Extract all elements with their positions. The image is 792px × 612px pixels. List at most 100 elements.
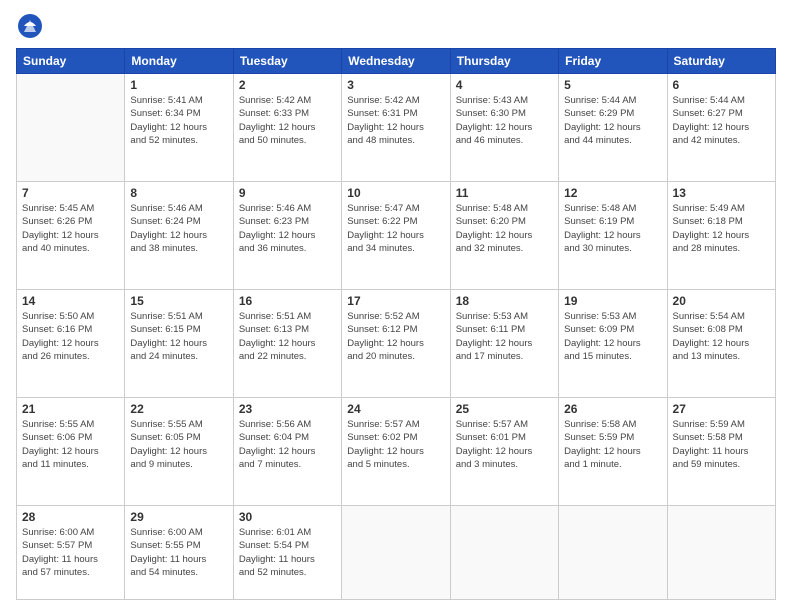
day-number: 1: [130, 78, 227, 92]
day-number: 25: [456, 402, 553, 416]
day-info: Sunrise: 5:53 AMSunset: 6:11 PMDaylight:…: [456, 310, 553, 363]
calendar-cell: 2 Sunrise: 5:42 AMSunset: 6:33 PMDaylight…: [233, 74, 341, 182]
day-number: 4: [456, 78, 553, 92]
day-number: 27: [673, 402, 770, 416]
calendar-cell: 3 Sunrise: 5:42 AMSunset: 6:31 PMDaylight…: [342, 74, 450, 182]
day-number: 13: [673, 186, 770, 200]
day-info: Sunrise: 5:51 AMSunset: 6:13 PMDaylight:…: [239, 310, 336, 363]
day-info: Sunrise: 5:57 AMSunset: 6:01 PMDaylight:…: [456, 418, 553, 471]
day-number: 14: [22, 294, 119, 308]
day-info: Sunrise: 5:55 AMSunset: 6:05 PMDaylight:…: [130, 418, 227, 471]
day-info: Sunrise: 5:45 AMSunset: 6:26 PMDaylight:…: [22, 202, 119, 255]
page: Sunday Monday Tuesday Wednesday Thursday…: [0, 0, 792, 612]
day-number: 8: [130, 186, 227, 200]
calendar-cell: 29 Sunrise: 6:00 AMSunset: 5:55 PMDayligh…: [125, 506, 233, 600]
calendar-cell: 23 Sunrise: 5:56 AMSunset: 6:04 PMDayligh…: [233, 398, 341, 506]
day-info: Sunrise: 5:47 AMSunset: 6:22 PMDaylight:…: [347, 202, 444, 255]
day-info: Sunrise: 5:42 AMSunset: 6:33 PMDaylight:…: [239, 94, 336, 147]
day-info: Sunrise: 5:49 AMSunset: 6:18 PMDaylight:…: [673, 202, 770, 255]
calendar-cell: 26 Sunrise: 5:58 AMSunset: 5:59 PMDayligh…: [559, 398, 667, 506]
day-info: Sunrise: 5:55 AMSunset: 6:06 PMDaylight:…: [22, 418, 119, 471]
calendar-cell: 13 Sunrise: 5:49 AMSunset: 6:18 PMDayligh…: [667, 182, 775, 290]
logo-icon: [16, 12, 44, 40]
day-number: 23: [239, 402, 336, 416]
day-info: Sunrise: 5:54 AMSunset: 6:08 PMDaylight:…: [673, 310, 770, 363]
day-number: 9: [239, 186, 336, 200]
day-number: 24: [347, 402, 444, 416]
day-number: 7: [22, 186, 119, 200]
header-wednesday: Wednesday: [342, 49, 450, 74]
day-number: 5: [564, 78, 661, 92]
day-info: Sunrise: 5:46 AMSunset: 6:24 PMDaylight:…: [130, 202, 227, 255]
day-number: 22: [130, 402, 227, 416]
day-info: Sunrise: 5:58 AMSunset: 5:59 PMDaylight:…: [564, 418, 661, 471]
header-saturday: Saturday: [667, 49, 775, 74]
calendar-cell: 1 Sunrise: 5:41 AMSunset: 6:34 PMDaylight…: [125, 74, 233, 182]
day-number: 15: [130, 294, 227, 308]
calendar-cell: 6 Sunrise: 5:44 AMSunset: 6:27 PMDaylight…: [667, 74, 775, 182]
day-info: Sunrise: 6:00 AMSunset: 5:57 PMDaylight:…: [22, 526, 119, 579]
calendar-cell: 19Sunrise: 5:53 AMSunset: 6:09 PMDayligh…: [559, 290, 667, 398]
calendar-cell: [450, 506, 558, 600]
calendar-cell: 18 Sunrise: 5:53 AMSunset: 6:11 PMDayligh…: [450, 290, 558, 398]
calendar-cell: 7 Sunrise: 5:45 AMSunset: 6:26 PMDaylight…: [17, 182, 125, 290]
day-number: 16: [239, 294, 336, 308]
day-info: Sunrise: 5:41 AMSunset: 6:34 PMDaylight:…: [130, 94, 227, 147]
calendar-cell: 15 Sunrise: 5:51 AMSunset: 6:15 PMDayligh…: [125, 290, 233, 398]
day-number: 2: [239, 78, 336, 92]
calendar-cell: 20 Sunrise: 5:54 AMSunset: 6:08 PMDayligh…: [667, 290, 775, 398]
day-info: Sunrise: 5:51 AMSunset: 6:15 PMDaylight:…: [130, 310, 227, 363]
calendar-cell: [559, 506, 667, 600]
header-row: Sunday Monday Tuesday Wednesday Thursday…: [17, 49, 776, 74]
day-number: 20: [673, 294, 770, 308]
day-number: 10: [347, 186, 444, 200]
header-tuesday: Tuesday: [233, 49, 341, 74]
day-number: 28: [22, 510, 119, 524]
header-sunday: Sunday: [17, 49, 125, 74]
calendar-cell: [17, 74, 125, 182]
day-info: Sunrise: 5:48 AMSunset: 6:19 PMDaylight:…: [564, 202, 661, 255]
day-info: Sunrise: 6:00 AMSunset: 5:55 PMDaylight:…: [130, 526, 227, 579]
day-number: 17: [347, 294, 444, 308]
day-info: Sunrise: 5:52 AMSunset: 6:12 PMDaylight:…: [347, 310, 444, 363]
header: [16, 12, 776, 40]
day-info: Sunrise: 5:44 AMSunset: 6:27 PMDaylight:…: [673, 94, 770, 147]
day-number: 11: [456, 186, 553, 200]
day-info: Sunrise: 5:53 AMSunset: 6:09 PMDaylight:…: [564, 310, 661, 363]
calendar-cell: 14 Sunrise: 5:50 AMSunset: 6:16 PMDayligh…: [17, 290, 125, 398]
day-info: Sunrise: 5:57 AMSunset: 6:02 PMDaylight:…: [347, 418, 444, 471]
day-number: 30: [239, 510, 336, 524]
day-info: Sunrise: 5:42 AMSunset: 6:31 PMDaylight:…: [347, 94, 444, 147]
header-monday: Monday: [125, 49, 233, 74]
day-number: 26: [564, 402, 661, 416]
calendar-cell: 22 Sunrise: 5:55 AMSunset: 6:05 PMDayligh…: [125, 398, 233, 506]
day-number: 21: [22, 402, 119, 416]
day-info: Sunrise: 5:48 AMSunset: 6:20 PMDaylight:…: [456, 202, 553, 255]
calendar-cell: 11 Sunrise: 5:48 AMSunset: 6:20 PMDayligh…: [450, 182, 558, 290]
day-number: 29: [130, 510, 227, 524]
day-number: 18: [456, 294, 553, 308]
calendar-cell: 5 Sunrise: 5:44 AMSunset: 6:29 PMDaylight…: [559, 74, 667, 182]
day-info: Sunrise: 5:43 AMSunset: 6:30 PMDaylight:…: [456, 94, 553, 147]
calendar-cell: 9 Sunrise: 5:46 AMSunset: 6:23 PMDaylight…: [233, 182, 341, 290]
calendar-table: Sunday Monday Tuesday Wednesday Thursday…: [16, 48, 776, 600]
day-info: Sunrise: 5:56 AMSunset: 6:04 PMDaylight:…: [239, 418, 336, 471]
calendar-cell: 30Sunrise: 6:01 AMSunset: 5:54 PMDayligh…: [233, 506, 341, 600]
day-number: 12: [564, 186, 661, 200]
calendar-cell: 27Sunrise: 5:59 AMSunset: 5:58 PMDayligh…: [667, 398, 775, 506]
calendar-cell: 24 Sunrise: 5:57 AMSunset: 6:02 PMDayligh…: [342, 398, 450, 506]
calendar-cell: 16 Sunrise: 5:51 AMSunset: 6:13 PMDayligh…: [233, 290, 341, 398]
day-info: Sunrise: 5:46 AMSunset: 6:23 PMDaylight:…: [239, 202, 336, 255]
calendar-cell: 17 Sunrise: 5:52 AMSunset: 6:12 PMDayligh…: [342, 290, 450, 398]
header-friday: Friday: [559, 49, 667, 74]
calendar-cell: 10 Sunrise: 5:47 AMSunset: 6:22 PMDayligh…: [342, 182, 450, 290]
calendar-cell: 25 Sunrise: 5:57 AMSunset: 6:01 PMDayligh…: [450, 398, 558, 506]
calendar-cell: 4 Sunrise: 5:43 AMSunset: 6:30 PMDaylight…: [450, 74, 558, 182]
day-number: 3: [347, 78, 444, 92]
day-info: Sunrise: 5:44 AMSunset: 6:29 PMDaylight:…: [564, 94, 661, 147]
calendar-cell: 12 Sunrise: 5:48 AMSunset: 6:19 PMDayligh…: [559, 182, 667, 290]
day-info: Sunrise: 5:50 AMSunset: 6:16 PMDaylight:…: [22, 310, 119, 363]
calendar-cell: 21 Sunrise: 5:55 AMSunset: 6:06 PMDayligh…: [17, 398, 125, 506]
calendar-cell: [342, 506, 450, 600]
day-number: 6: [673, 78, 770, 92]
